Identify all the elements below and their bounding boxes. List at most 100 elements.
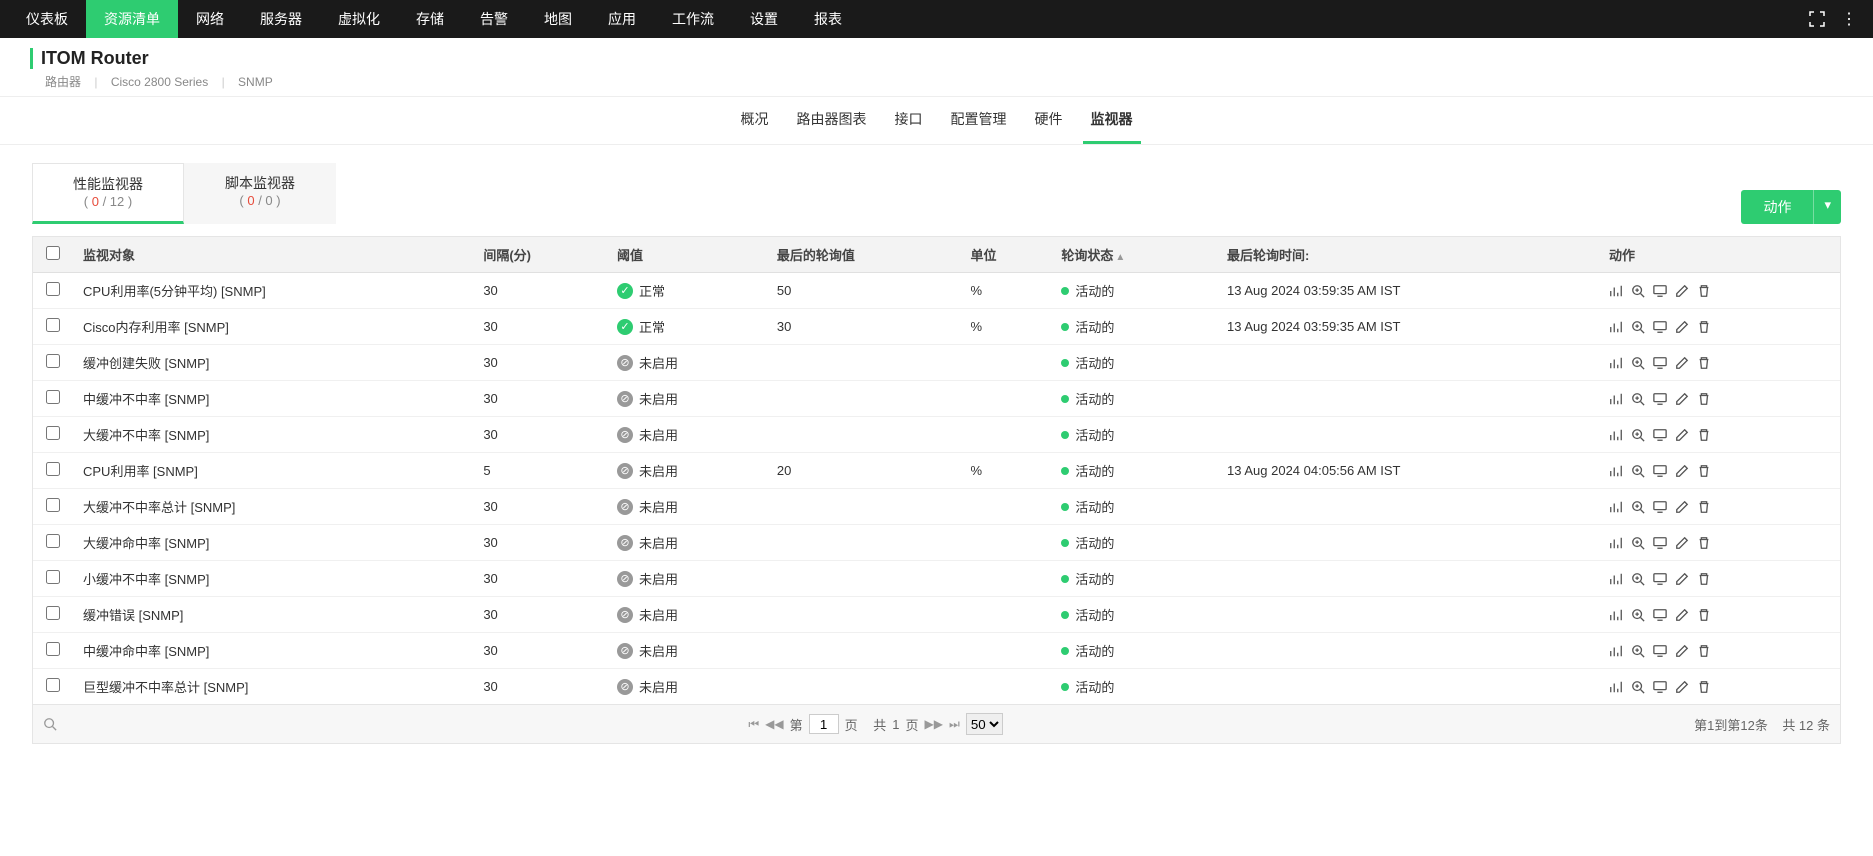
chart-icon[interactable] — [1609, 500, 1623, 514]
edit-icon[interactable] — [1675, 356, 1689, 370]
cell-object[interactable]: 缓冲错误 [SNMP] — [73, 597, 473, 633]
nav-item-2[interactable]: 网络 — [178, 0, 242, 38]
chart-icon[interactable] — [1609, 392, 1623, 406]
chart-icon[interactable] — [1609, 356, 1623, 370]
chart-icon[interactable] — [1609, 644, 1623, 658]
edit-icon[interactable] — [1675, 320, 1689, 334]
nav-item-10[interactable]: 设置 — [732, 0, 796, 38]
cell-object[interactable]: 中缓冲不中率 [SNMP] — [73, 381, 473, 417]
subtab-3[interactable]: 配置管理 — [943, 97, 1015, 144]
monitor-icon[interactable] — [1653, 284, 1667, 298]
delete-icon[interactable] — [1697, 284, 1711, 298]
cell-object[interactable]: CPU利用率(5分钟平均) [SNMP] — [73, 273, 473, 309]
nav-item-9[interactable]: 工作流 — [654, 0, 732, 38]
subtab-2[interactable]: 接口 — [887, 97, 931, 144]
action-button-label[interactable]: 动作 — [1741, 190, 1813, 224]
crumb-2[interactable]: SNMP — [234, 75, 277, 89]
select-all-checkbox[interactable] — [46, 246, 60, 260]
edit-icon[interactable] — [1675, 680, 1689, 694]
nav-item-3[interactable]: 服务器 — [242, 0, 320, 38]
prev-page-icon[interactable]: ◀◀ — [765, 717, 783, 731]
monitor-icon[interactable] — [1653, 572, 1667, 586]
subtab-0[interactable]: 概况 — [733, 97, 777, 144]
select-all-header[interactable] — [33, 237, 73, 273]
edit-icon[interactable] — [1675, 428, 1689, 442]
delete-icon[interactable] — [1697, 680, 1711, 694]
row-checkbox[interactable] — [46, 318, 60, 332]
chart-icon[interactable] — [1609, 536, 1623, 550]
nav-item-1[interactable]: 资源清单 — [86, 0, 178, 38]
row-checkbox[interactable] — [46, 354, 60, 368]
cell-object[interactable]: Cisco内存利用率 [SNMP] — [73, 309, 473, 345]
monitor-icon[interactable] — [1653, 428, 1667, 442]
zoom-icon[interactable] — [1631, 464, 1645, 478]
chart-icon[interactable] — [1609, 428, 1623, 442]
delete-icon[interactable] — [1697, 320, 1711, 334]
chart-icon[interactable] — [1609, 320, 1623, 334]
chart-icon[interactable] — [1609, 608, 1623, 622]
monitor-icon[interactable] — [1653, 464, 1667, 478]
zoom-icon[interactable] — [1631, 356, 1645, 370]
delete-icon[interactable] — [1697, 608, 1711, 622]
next-page-icon[interactable]: ▶▶ — [925, 717, 943, 731]
subtab-4[interactable]: 硬件 — [1027, 97, 1071, 144]
cell-object[interactable]: 中缓冲命中率 [SNMP] — [73, 633, 473, 669]
page-input[interactable] — [809, 714, 839, 734]
nav-item-11[interactable]: 报表 — [796, 0, 860, 38]
edit-icon[interactable] — [1675, 284, 1689, 298]
delete-icon[interactable] — [1697, 644, 1711, 658]
zoom-icon[interactable] — [1631, 500, 1645, 514]
zoom-icon[interactable] — [1631, 572, 1645, 586]
col-poll-status[interactable]: 轮询状态▲ — [1051, 237, 1217, 273]
zoom-icon[interactable] — [1631, 392, 1645, 406]
delete-icon[interactable] — [1697, 572, 1711, 586]
nav-item-8[interactable]: 应用 — [590, 0, 654, 38]
row-checkbox[interactable] — [46, 426, 60, 440]
action-dropdown[interactable]: 动作 ▾ — [1741, 190, 1841, 224]
row-checkbox[interactable] — [46, 606, 60, 620]
edit-icon[interactable] — [1675, 392, 1689, 406]
cell-object[interactable]: 大缓冲命中率 [SNMP] — [73, 525, 473, 561]
zoom-icon[interactable] — [1631, 608, 1645, 622]
cell-object[interactable]: 小缓冲不中率 [SNMP] — [73, 561, 473, 597]
monitor-icon[interactable] — [1653, 500, 1667, 514]
nav-item-7[interactable]: 地图 — [526, 0, 590, 38]
nav-item-0[interactable]: 仪表板 — [8, 0, 86, 38]
monitor-icon[interactable] — [1653, 356, 1667, 370]
chart-icon[interactable] — [1609, 680, 1623, 694]
monitor-icon[interactable] — [1653, 392, 1667, 406]
delete-icon[interactable] — [1697, 356, 1711, 370]
cell-object[interactable]: 缓冲创建失败 [SNMP] — [73, 345, 473, 381]
nav-item-5[interactable]: 存储 — [398, 0, 462, 38]
row-checkbox[interactable] — [46, 282, 60, 296]
nav-item-4[interactable]: 虚拟化 — [320, 0, 398, 38]
first-page-icon[interactable]: ⏮ — [748, 717, 759, 732]
monitor-icon[interactable] — [1653, 320, 1667, 334]
col-actions[interactable]: 动作 — [1599, 237, 1840, 273]
zoom-icon[interactable] — [1631, 644, 1645, 658]
monitor-icon[interactable] — [1653, 608, 1667, 622]
chevron-down-icon[interactable]: ▾ — [1813, 190, 1841, 224]
row-checkbox[interactable] — [46, 642, 60, 656]
row-checkbox[interactable] — [46, 498, 60, 512]
zoom-icon[interactable] — [1631, 284, 1645, 298]
monitor-icon[interactable] — [1653, 644, 1667, 658]
row-checkbox[interactable] — [46, 570, 60, 584]
zoom-icon[interactable] — [1631, 536, 1645, 550]
col-last-value[interactable]: 最后的轮询值 — [767, 237, 961, 273]
edit-icon[interactable] — [1675, 572, 1689, 586]
chart-icon[interactable] — [1609, 284, 1623, 298]
cell-object[interactable]: 巨型缓冲不中率总计 [SNMP] — [73, 669, 473, 705]
monitor-icon[interactable] — [1653, 536, 1667, 550]
delete-icon[interactable] — [1697, 500, 1711, 514]
col-unit[interactable]: 单位 — [960, 237, 1051, 273]
edit-icon[interactable] — [1675, 500, 1689, 514]
row-checkbox[interactable] — [46, 462, 60, 476]
delete-icon[interactable] — [1697, 464, 1711, 478]
more-icon[interactable]: ⋮ — [1833, 9, 1865, 29]
col-last-time[interactable]: 最后轮询时间: — [1217, 237, 1599, 273]
fullscreen-icon[interactable] — [1801, 11, 1833, 27]
crumb-1[interactable]: Cisco 2800 Series — [107, 75, 212, 89]
subtab-1[interactable]: 路由器图表 — [789, 97, 875, 144]
edit-icon[interactable] — [1675, 464, 1689, 478]
